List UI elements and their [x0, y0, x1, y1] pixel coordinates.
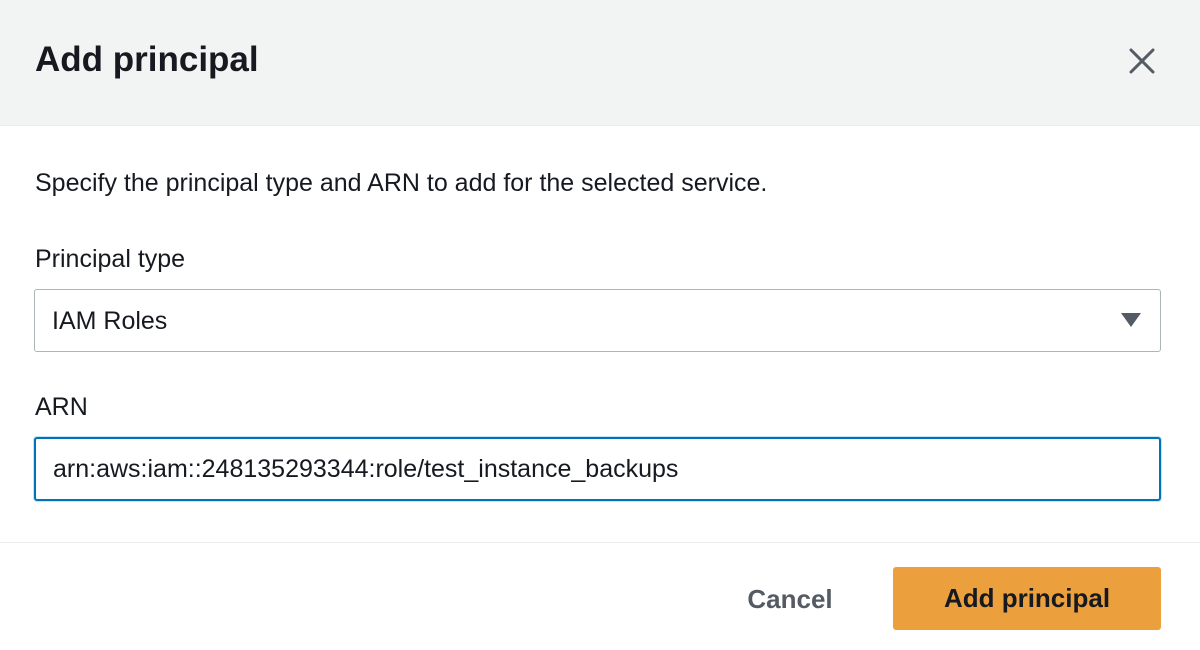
add-principal-button[interactable]: Add principal	[893, 567, 1161, 630]
modal-header: Add principal	[0, 0, 1200, 126]
principal-type-value: IAM Roles	[52, 307, 168, 335]
add-principal-modal: Add principal Specify the principal type…	[0, 0, 1200, 650]
modal-title: Add principal	[35, 40, 259, 79]
close-button[interactable]	[1118, 38, 1166, 84]
caret-down-icon	[1121, 313, 1141, 327]
principal-type-select[interactable]: IAM Roles	[34, 289, 1161, 352]
footer-divider	[0, 542, 1200, 543]
principal-type-label: Principal type	[35, 245, 186, 273]
arn-label: ARN	[35, 393, 88, 421]
modal-description: Specify the principal type and ARN to ad…	[35, 169, 768, 197]
arn-input[interactable]	[34, 437, 1161, 501]
close-icon	[1129, 48, 1155, 74]
cancel-button[interactable]: Cancel	[720, 568, 860, 630]
